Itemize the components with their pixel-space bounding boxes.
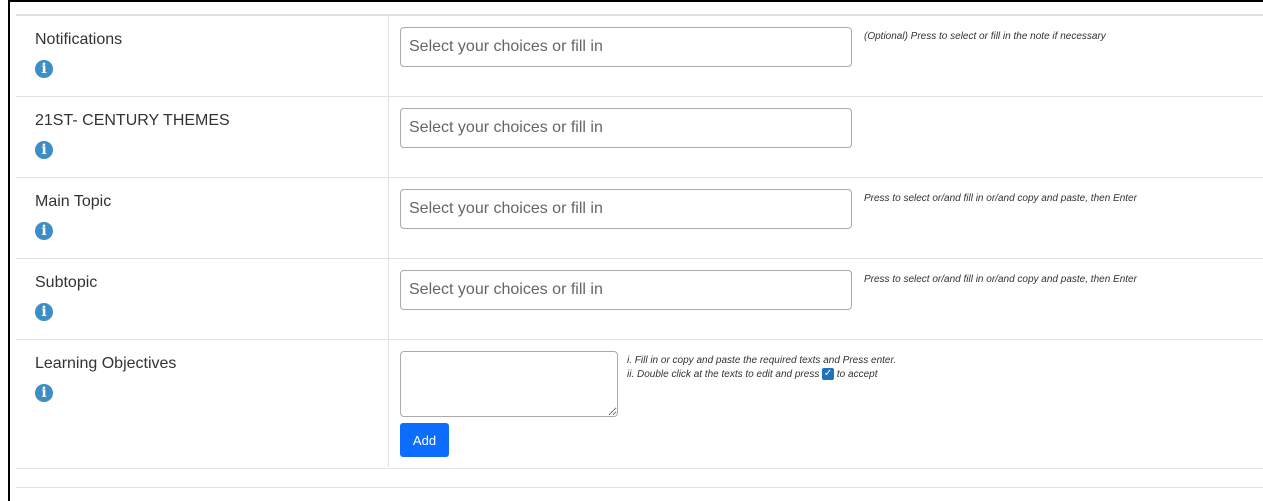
info-icon[interactable]: i (35, 384, 53, 402)
form-table: Notifications i (Optional) Press to sele… (16, 14, 1263, 488)
table-row: Notifications i (Optional) Press to sele… (16, 15, 1263, 96)
note-line-2: ii. Double click at the texts to edit an… (627, 368, 896, 382)
info-icon[interactable]: i (35, 60, 53, 78)
main-topic-note: Press to select or/and fill in or/and co… (864, 193, 1137, 204)
subtopic-note: Press to select or/and fill in or/and co… (864, 274, 1137, 285)
info-icon[interactable]: i (35, 141, 53, 159)
row-label-21st-century-themes: 21ST- CENTURY THEMES (35, 112, 230, 129)
table-footer-row (16, 468, 1263, 488)
note-line-2-end: to accept (836, 369, 878, 380)
add-button[interactable]: Add (400, 423, 449, 457)
table-row: Learning Objectives i Add i. Fill in or … (16, 339, 1263, 468)
main-topic-input[interactable] (400, 189, 852, 229)
info-icon[interactable]: i (35, 222, 53, 240)
table-row: Subtopic i Press to select or/and fill i… (16, 258, 1263, 339)
learning-objectives-notes: i. Fill in or copy and paste the require… (627, 354, 896, 382)
note-line-1: i. Fill in or copy and paste the require… (627, 355, 897, 366)
row-label-notifications: Notifications (35, 31, 123, 48)
notifications-note: (Optional) Press to select or fill in th… (864, 31, 1106, 42)
info-icon[interactable]: i (35, 303, 53, 321)
row-label-learning-objectives: Learning Objectives (35, 355, 177, 372)
table-row: Main Topic i Press to select or/and fill… (16, 177, 1263, 258)
row-label-main-topic: Main Topic (35, 193, 112, 210)
note-line-2-start: ii. Double click at the texts to edit an… (627, 369, 820, 380)
learning-objectives-textarea[interactable] (400, 351, 618, 417)
checkbox-check-icon: ✓ (822, 368, 835, 381)
table-row: 21ST- CENTURY THEMES i (16, 96, 1263, 177)
notifications-input[interactable] (400, 27, 852, 67)
row-label-subtopic: Subtopic (35, 274, 98, 291)
themes-input[interactable] (400, 108, 852, 148)
subtopic-input[interactable] (400, 270, 852, 310)
